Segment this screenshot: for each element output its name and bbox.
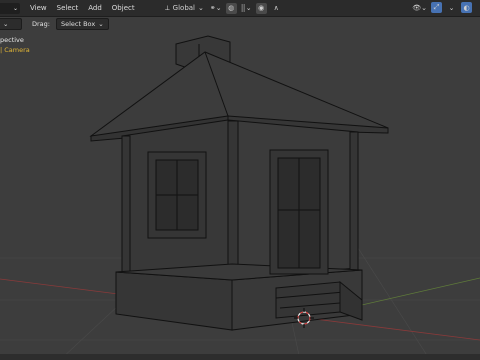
menu-select[interactable]: Select xyxy=(57,4,79,12)
snap-target-dropdown[interactable]: ⣿ ⌄ xyxy=(241,3,252,14)
pivot-point-button[interactable]: ⚭ ⌄ xyxy=(210,3,222,14)
chevron-down-icon: ⌄ xyxy=(198,4,204,12)
house-model[interactable] xyxy=(89,35,389,331)
chevron-down-icon: ⌄ xyxy=(245,4,252,12)
collection-info: | Camera xyxy=(0,46,30,54)
chevron-down-icon: ⌄ xyxy=(215,4,222,12)
viewport-3d[interactable] xyxy=(0,0,480,360)
viewport-header: ⌄ View Select Add Object ⟂ Global ⌄ ⚭ ⌄ … xyxy=(0,0,480,17)
drag-dropdown[interactable]: Select Box ⌄ xyxy=(55,17,109,30)
proportional-edit-icon: ◉ xyxy=(258,4,265,12)
magnet-icon: ◍ xyxy=(228,4,235,12)
mode-dropdown[interactable]: ⌄ xyxy=(0,2,20,14)
transform-orientation-dropdown[interactable]: ⟂ Global ⌄ xyxy=(163,3,206,14)
menu-view[interactable]: View xyxy=(30,4,47,12)
falloff-curve-icon: ∧ xyxy=(273,4,279,12)
tool-settings-bar: ⌄ Drag: Select Box ⌄ xyxy=(0,17,109,30)
viewport-display-tools: 👁 ⌄ ⤢ ⌄ ◐ xyxy=(412,2,472,13)
chevron-down-icon: ⌄ xyxy=(448,3,455,12)
visibility-button[interactable]: 👁 ⌄ xyxy=(412,2,427,13)
snap-toggle[interactable]: ◍ xyxy=(225,2,237,14)
falloff-dropdown[interactable]: ∧ xyxy=(271,3,282,14)
tool-mode-dropdown[interactable]: ⌄ xyxy=(0,17,22,30)
view-name: pective xyxy=(0,36,24,44)
gizmo-icon: ⤢ xyxy=(433,3,440,11)
gizmo-dropdown[interactable]: ⌄ xyxy=(446,2,457,13)
gizmo-toggle[interactable]: ⤢ xyxy=(431,2,442,13)
chevron-down-icon: ⌄ xyxy=(98,19,104,28)
overlay-toggle[interactable]: ◐ xyxy=(461,2,472,13)
status-bar xyxy=(0,354,480,360)
chevron-down-icon: ⌄ xyxy=(12,4,18,12)
drag-value: Select Box xyxy=(60,19,96,28)
menu-object[interactable]: Object xyxy=(112,4,135,12)
transform-orientation-value: Global xyxy=(172,4,196,12)
axes-icon: ⟂ xyxy=(165,3,170,12)
transform-tools: ⟂ Global ⌄ ⚭ ⌄ ◍ ⣿ ⌄ ◉ ∧ xyxy=(163,2,282,14)
visibility-icon: 👁 xyxy=(412,3,422,12)
drag-label: Drag: xyxy=(32,19,50,28)
overlay-icon: ◐ xyxy=(463,3,470,12)
chevron-down-icon: ⌄ xyxy=(3,19,9,28)
proportional-edit-toggle[interactable]: ◉ xyxy=(255,2,267,14)
menu-add[interactable]: Add xyxy=(88,4,102,12)
chevron-down-icon: ⌄ xyxy=(421,3,427,12)
